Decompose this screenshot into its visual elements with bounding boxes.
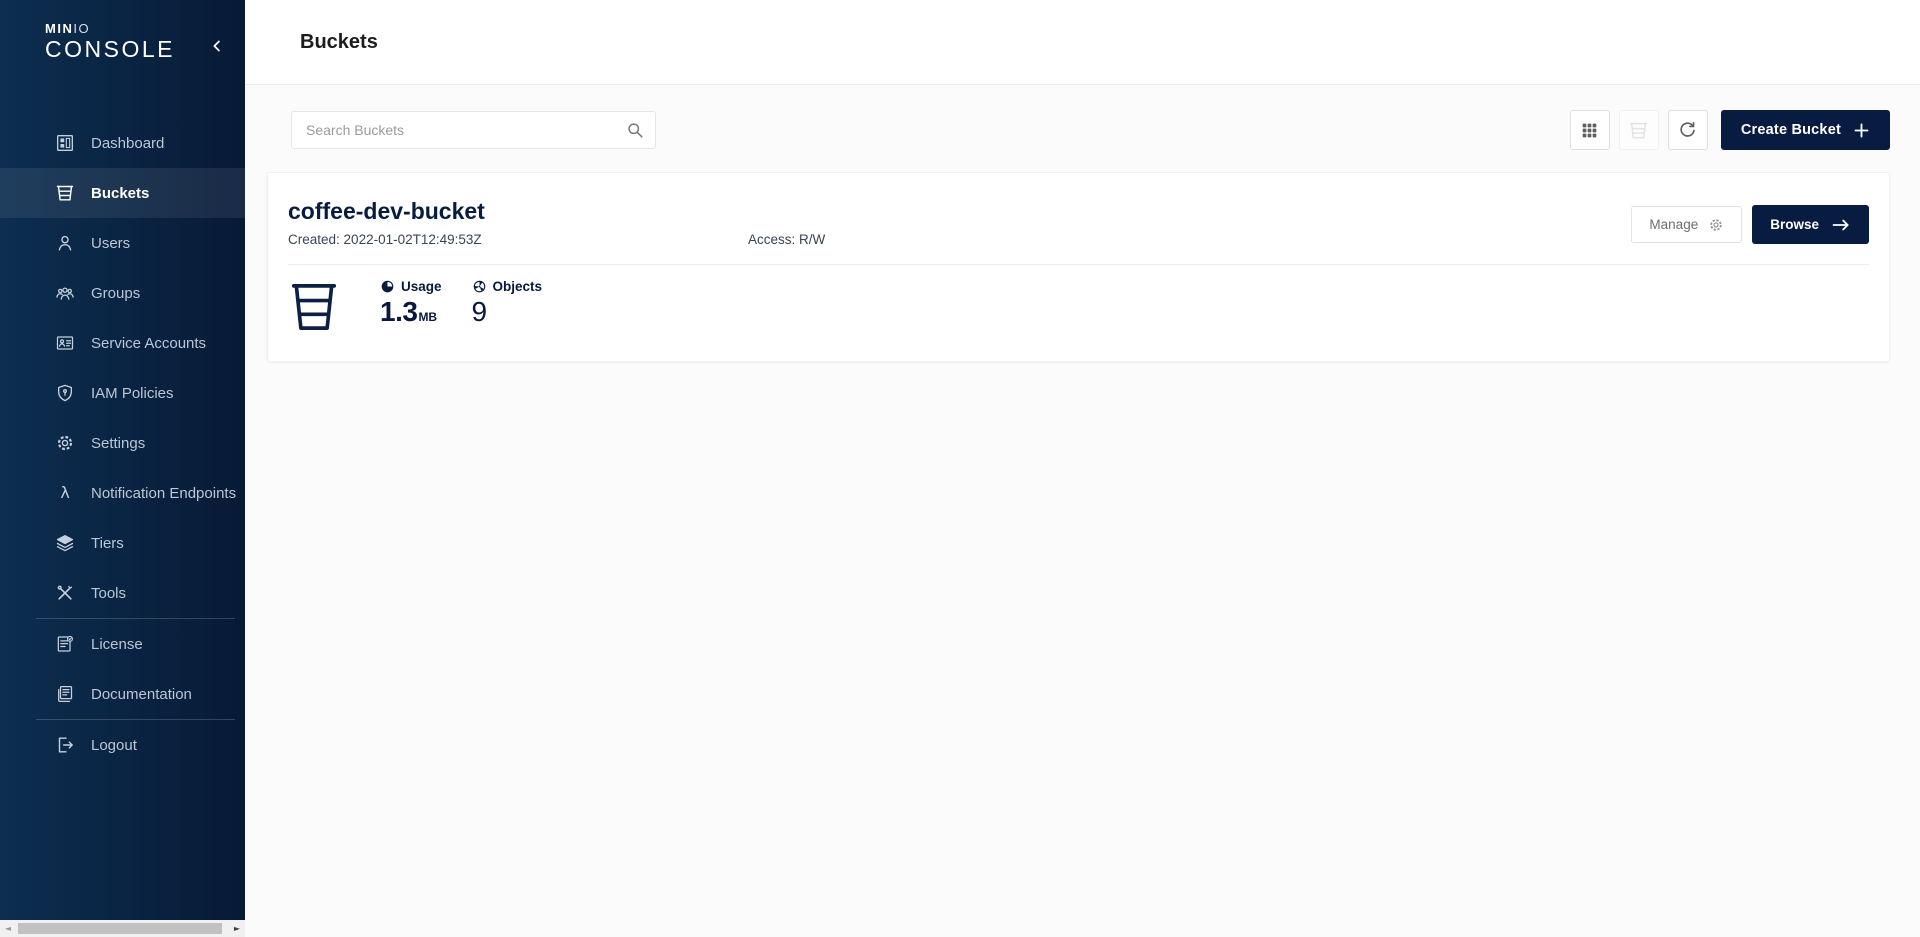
chevron-left-icon [209, 38, 225, 54]
sidebar-menu: Dashboard Buckets Users Groups Service A… [0, 85, 245, 770]
sidebar-item-service-accounts[interactable]: Service Accounts [0, 318, 245, 368]
dashboard-icon [55, 133, 75, 153]
created-label: Created: [288, 232, 340, 247]
objects-value: 9 [472, 296, 543, 328]
sidebar-item-documentation[interactable]: Documentation [0, 669, 245, 719]
sidebar-item-label: Users [91, 235, 130, 252]
grid-view-icon [1579, 120, 1600, 141]
sidebar-item-settings[interactable]: Settings [0, 418, 245, 468]
actions-row: Create Bucket [279, 110, 1890, 150]
refresh-button[interactable] [1668, 110, 1708, 150]
sidebar-collapse-button[interactable] [205, 34, 229, 58]
license-icon [55, 634, 75, 654]
shield-icon [55, 383, 75, 403]
usage-label: Usage [401, 279, 442, 294]
sidebar-item-tiers[interactable]: Tiers [0, 518, 245, 568]
groups-icon [55, 283, 75, 303]
bucket-icon [55, 183, 75, 203]
sidebar-item-label: Tiers [91, 535, 124, 552]
usage-pie-icon [380, 279, 395, 294]
manage-label: Manage [1649, 217, 1698, 232]
sidebar-item-label: Settings [91, 435, 145, 452]
sidebar-horizontal-scrollbar[interactable]: ◄ ► [0, 920, 245, 937]
sidebar-item-label: Tools [91, 585, 126, 602]
bucket-icon-large [288, 279, 340, 335]
usage-unit: MB [418, 310, 437, 324]
page-header: Buckets [245, 0, 1920, 85]
content: Create Bucket coffee-dev-bucket Created:… [245, 85, 1920, 362]
usage-value: 1.3 MB [380, 296, 442, 328]
user-icon [55, 233, 75, 253]
bucket-card-buttons: Manage Browse [1631, 205, 1869, 244]
card-divider [288, 264, 1869, 265]
tools-icon [55, 583, 75, 603]
delete-buckets-button-disabled[interactable] [1619, 110, 1659, 150]
documentation-icon [55, 684, 75, 704]
objects-metric: Objects 9 [472, 279, 543, 328]
sidebar-item-label: Service Accounts [91, 335, 206, 352]
created-value: 2022-01-02T12:49:53Z [344, 232, 482, 247]
access-value: R/W [799, 232, 825, 247]
page-title: Buckets [300, 31, 378, 54]
logout-icon [55, 735, 75, 755]
sidebar-item-label: Groups [91, 285, 140, 302]
plus-icon [1853, 122, 1870, 139]
sidebar-item-notification-endpoints[interactable]: Notification Endpoints [0, 468, 245, 518]
sidebar-item-label: Notification Endpoints [91, 485, 236, 502]
sidebar-item-label: Buckets [91, 185, 149, 202]
main-area: Buckets [245, 0, 1920, 937]
bucket-delete-icon [1628, 120, 1649, 141]
id-card-icon [55, 333, 75, 353]
search-icon [625, 120, 645, 140]
sidebar-item-users[interactable]: Users [0, 218, 245, 268]
browse-label: Browse [1770, 217, 1819, 232]
sidebar-item-iam-policies[interactable]: IAM Policies [0, 368, 245, 418]
objects-icon [472, 279, 487, 294]
objects-label-row: Objects [472, 279, 543, 294]
access-label: Access: [748, 232, 795, 247]
objects-label: Objects [493, 279, 543, 294]
sidebar-item-label: Logout [91, 737, 137, 754]
lambda-icon [55, 483, 75, 503]
usage-number: 1.3 [380, 296, 417, 328]
brand-min: MIN [45, 21, 73, 36]
create-bucket-button[interactable]: Create Bucket [1721, 110, 1890, 150]
brand-logo: MINIO CONSOLE [0, 0, 245, 85]
create-bucket-label: Create Bucket [1741, 122, 1841, 138]
bucket-created: Created: 2022-01-02T12:49:53Z [288, 232, 748, 247]
search-input[interactable] [291, 111, 656, 149]
sidebar-item-buckets[interactable]: Buckets [0, 168, 245, 218]
search-wrap [291, 111, 656, 149]
refresh-icon [1677, 120, 1698, 141]
sidebar-item-tools[interactable]: Tools [0, 568, 245, 618]
sidebar: MINIO CONSOLE Dashboard Buckets Users Gr… [0, 0, 245, 937]
sidebar-item-label: Dashboard [91, 135, 164, 152]
browse-button[interactable]: Browse [1752, 205, 1869, 244]
gear-icon [1708, 217, 1724, 233]
arrow-right-icon [1831, 215, 1851, 235]
layers-icon [55, 533, 75, 553]
usage-label-row: Usage [380, 279, 442, 294]
sidebar-item-label: Documentation [91, 686, 192, 703]
bucket-card: coffee-dev-bucket Created: 2022-01-02T12… [267, 172, 1890, 362]
gear-icon [55, 433, 75, 453]
scrollbar-left-arrow[interactable]: ◄ [0, 920, 16, 937]
sidebar-item-dashboard[interactable]: Dashboard [0, 118, 245, 168]
grid-view-button[interactable] [1570, 110, 1610, 150]
sidebar-item-label: License [91, 636, 143, 653]
manage-button[interactable]: Manage [1631, 206, 1742, 243]
scrollbar-right-arrow[interactable]: ► [229, 920, 245, 937]
sidebar-item-label: IAM Policies [91, 385, 174, 402]
objects-number: 9 [472, 296, 487, 328]
toolbar-buttons: Create Bucket [1570, 110, 1890, 150]
sidebar-item-groups[interactable]: Groups [0, 268, 245, 318]
sidebar-item-logout[interactable]: Logout [0, 720, 245, 770]
bucket-access: Access: R/W [748, 232, 825, 247]
scrollbar-thumb[interactable] [18, 923, 222, 934]
brand-io: IO [73, 21, 90, 36]
sidebar-item-license[interactable]: License [0, 619, 245, 669]
minio-console-app: MINIO CONSOLE Dashboard Buckets Users Gr… [0, 0, 1920, 937]
usage-metric: Usage 1.3 MB [380, 279, 442, 328]
bucket-stats: Usage 1.3 MB Objects 9 [288, 279, 1869, 335]
